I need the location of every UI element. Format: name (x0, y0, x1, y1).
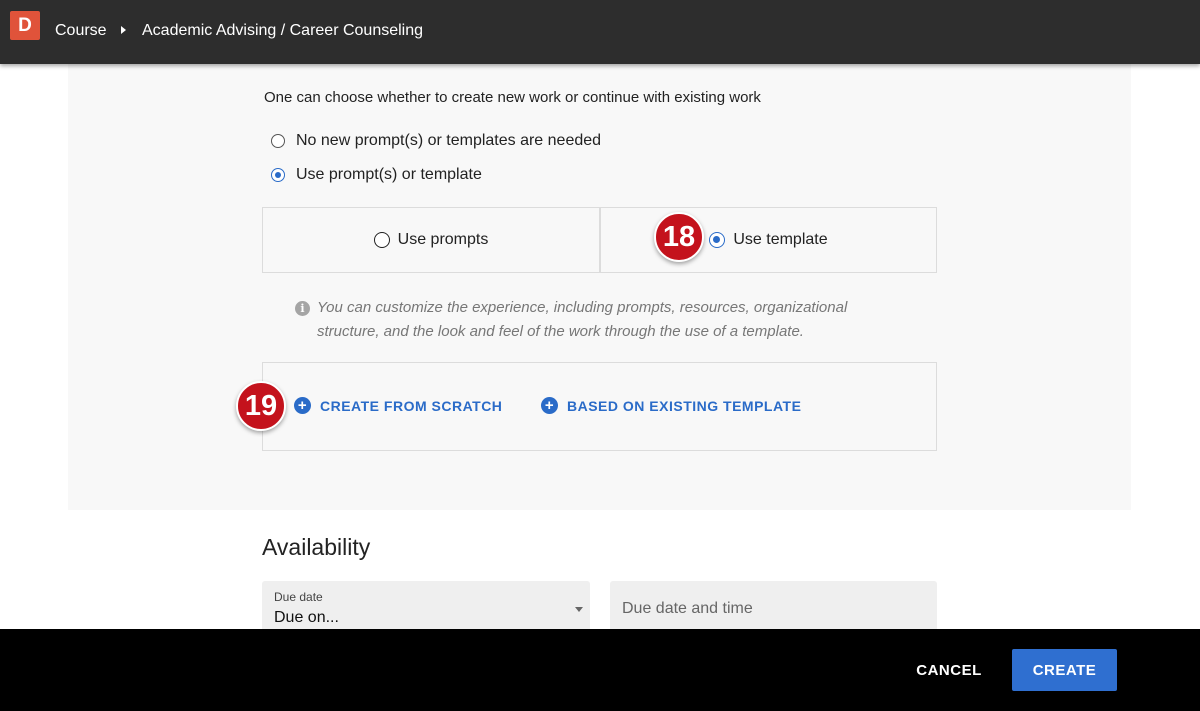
create-from-scratch-button[interactable]: + CREATE FROM SCRATCH (294, 397, 502, 414)
app-logo[interactable]: D (10, 11, 40, 40)
step-badge-18: 18 (654, 212, 704, 262)
availability-heading: Availability (262, 534, 371, 560)
based-on-existing-label: BASED ON EXISTING TEMPLATE (567, 397, 802, 414)
radio-label: Use prompt(s) or template (296, 166, 482, 183)
use-prompts-label: Use prompts (397, 231, 489, 248)
plus-circle-icon: + (541, 397, 558, 414)
due-date-select[interactable]: Due date Due on... (262, 581, 590, 631)
radio-checked-icon[interactable] (271, 168, 285, 182)
info-text: You can customize the experience, includ… (317, 299, 848, 340)
top-bar: D Course Academic Advising / Career Coun… (0, 0, 1200, 64)
breadcrumb-course[interactable]: Course (55, 22, 107, 40)
create-button[interactable]: CREATE (1012, 649, 1117, 691)
radio-unchecked-icon[interactable] (271, 134, 285, 148)
due-date-time-input[interactable]: Due date and time (610, 581, 937, 631)
caret-down-icon (575, 607, 583, 612)
use-template-label: Use template (733, 231, 828, 248)
radio-no-new-prompts[interactable]: No new prompt(s) or templates are needed (271, 132, 601, 150)
plus-circle-icon: + (294, 397, 311, 414)
radio-unchecked-icon[interactable] (373, 232, 390, 248)
cancel-button[interactable]: CANCEL (906, 650, 992, 690)
due-date-value: Due on... (274, 609, 339, 626)
info-icon: i (295, 301, 310, 316)
due-date-label: Due date (274, 590, 323, 604)
work-options-lead: One can choose whether to create new wor… (264, 89, 761, 106)
based-on-existing-template-button[interactable]: + BASED ON EXISTING TEMPLATE (541, 397, 801, 414)
template-info-note: i You can customize the experience, incl… (295, 296, 905, 344)
action-bar: CANCEL CREATE (0, 629, 1200, 711)
radio-label: No new prompt(s) or templates are needed (296, 132, 602, 149)
radio-use-prompts-or-template[interactable]: Use prompt(s) or template (271, 166, 482, 184)
use-template-option[interactable]: Use template (600, 207, 937, 273)
radio-checked-icon[interactable] (709, 232, 726, 248)
use-prompts-option[interactable]: Use prompts (262, 207, 600, 273)
create-from-scratch-label: CREATE FROM SCRATCH (320, 397, 503, 414)
step-badge-19: 19 (236, 381, 286, 431)
breadcrumb-current: Academic Advising / Career Counseling (142, 22, 424, 39)
chevron-right-icon (121, 26, 126, 34)
due-date-time-placeholder: Due date and time (622, 600, 753, 617)
